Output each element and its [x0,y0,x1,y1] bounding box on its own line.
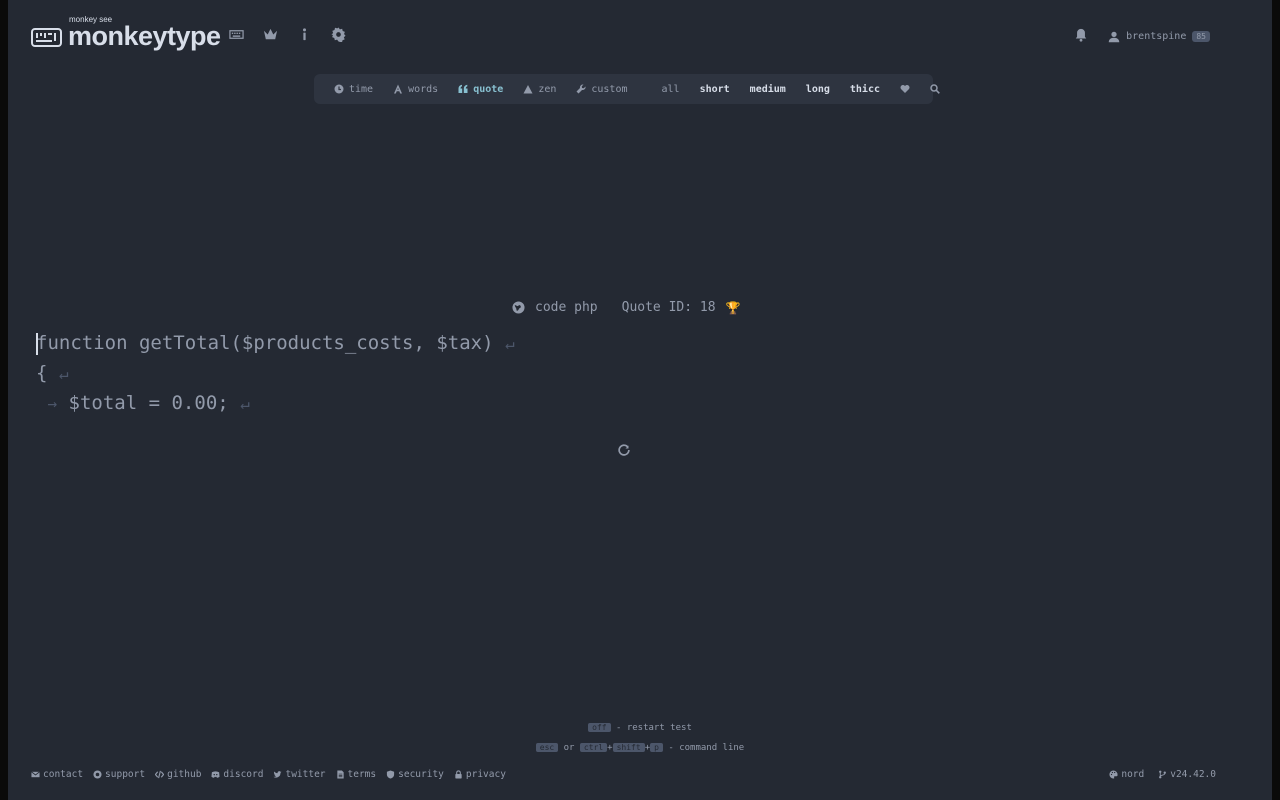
caret [36,333,38,355]
code-icon [155,770,165,779]
footer-privacy-link[interactable]: privacy [454,769,506,780]
user-icon [1108,31,1120,42]
footer-links: contact support github discord twitter t… [31,769,506,780]
palette-icon [1109,770,1118,779]
key-restart: off [588,723,611,732]
logo-subtitle: monkey see [69,15,113,24]
logo-title: monkeytype [68,21,221,51]
code-branch-icon [1159,770,1167,779]
envelope-icon [31,771,40,778]
quote-id: Quote ID: 18 [621,300,716,315]
globe-icon [512,301,525,314]
trophy-icon: 🏆 [725,300,741,315]
footer-support-link[interactable]: support [93,769,145,780]
word-line: → $total = 0.00; ↵ [47,392,250,414]
mode-custom-button[interactable]: custom [576,84,628,95]
clock-icon [334,84,344,94]
logo-icon [31,28,62,47]
notifications-bell-icon[interactable] [1074,27,1088,46]
key-ctrl: ctrl [579,743,608,752]
account-area: brentspine 85 [1074,27,1210,46]
donate-icon [93,770,102,779]
newline-icon: ↵ [505,334,515,353]
test-info: code php Quote ID: 18 🏆 [512,300,741,315]
footer-contact-link[interactable]: contact [31,769,83,780]
quote-search-icon[interactable] [930,84,940,94]
mode-quote-button[interactable]: quote [458,84,503,95]
keyboard-icon[interactable] [228,26,244,42]
footer-meta: nord v24.42.0 [1109,769,1216,780]
gear-icon[interactable] [330,26,346,42]
key-shift: shift [612,743,645,752]
footer-github-link[interactable]: github [155,769,201,780]
logo[interactable]: monkey see monkeytype [31,15,221,51]
twitter-icon [273,771,283,778]
mode-words-button[interactable]: words [393,84,438,95]
footer-security-link[interactable]: security [386,769,444,780]
font-icon [394,84,403,94]
word-line: { ↵ [36,362,69,384]
newline-icon: ↵ [240,394,250,413]
wrench-icon [576,84,586,94]
lock-icon [455,770,462,779]
theme-button[interactable]: nord [1109,769,1144,780]
test-config-bar: time words quote zen custom all short me… [314,74,940,104]
mountain-icon [523,85,533,94]
account-button[interactable]: brentspine 85 [1108,31,1210,43]
language-label[interactable]: code php [535,300,598,315]
crown-icon[interactable] [262,26,278,42]
mode-time-button[interactable]: time [334,84,373,95]
mode-zen-button[interactable]: zen [523,84,556,95]
level-badge: 85 [1192,31,1210,42]
newline-icon: ↵ [58,364,69,383]
length-short-button[interactable]: short [700,84,730,95]
key-p: p [650,743,663,752]
key-hints: off - restart test esc or ctrl + shift + p -… [8,718,1272,758]
length-thicc-button[interactable]: thicc [850,84,880,95]
tab-icon: → [47,394,58,413]
version-button[interactable]: v24.42.0 [1158,769,1216,780]
footer-discord-link[interactable]: discord [211,769,263,780]
discord-icon [211,771,220,778]
word-line: function getTotal($products_costs, $tax)… [36,332,515,355]
length-medium-button[interactable]: medium [750,84,786,95]
restart-icon[interactable] [617,442,633,458]
words-area[interactable]: function getTotal($products_costs, $tax)… [36,328,515,418]
length-long-button[interactable]: long [806,84,830,95]
info-icon[interactable] [296,26,312,42]
restart-hint: off - restart test [8,718,1272,738]
app-container: monkey see monkeytype brentspine 85 time… [8,0,1272,800]
document-icon [336,770,344,779]
favorite-heart-icon[interactable] [900,84,910,94]
main-nav [228,26,346,42]
footer-terms-link[interactable]: terms [336,769,376,780]
command-hint: esc or ctrl + shift + p - command line [8,738,1272,758]
key-esc: esc [535,743,559,752]
length-all-button[interactable]: all [662,84,680,95]
shield-icon [387,770,395,779]
username: brentspine [1126,31,1187,42]
quote-icon [458,84,468,93]
footer-twitter-link[interactable]: twitter [273,769,326,780]
